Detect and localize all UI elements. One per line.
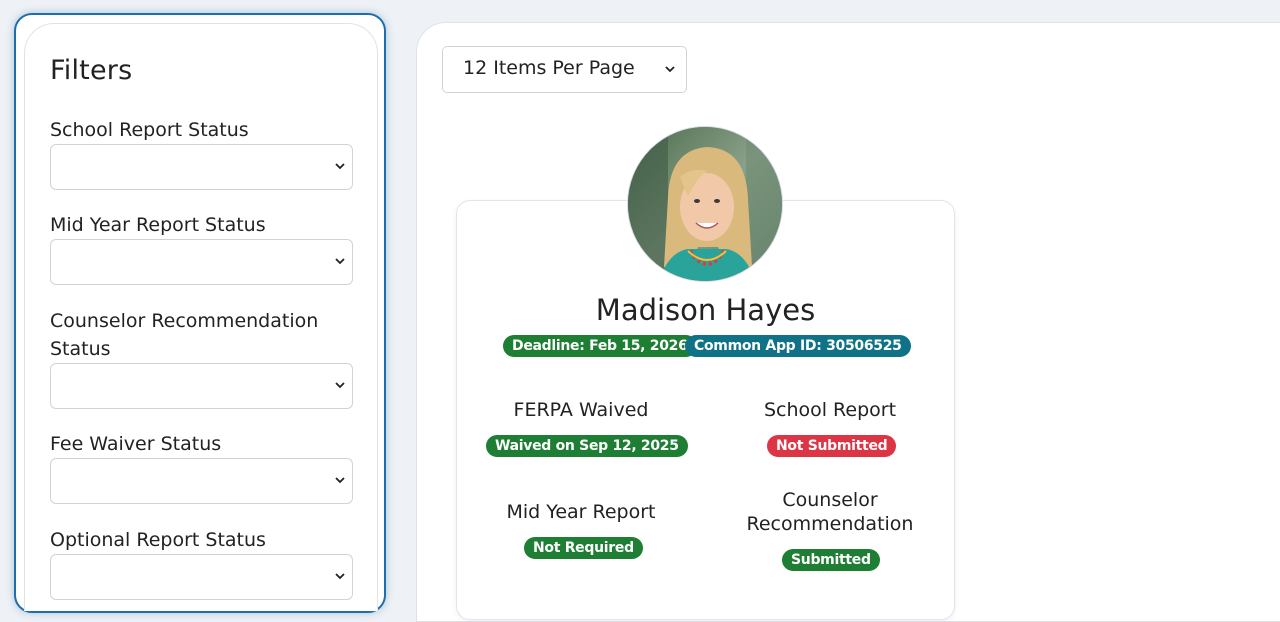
filters-card: Filters School Report Status Mid Year Re… [24,23,378,611]
chevron-down-icon [335,258,345,265]
mid-year-report-status-badge: Not Required [524,537,643,559]
student-name[interactable]: Madison Hayes [456,293,955,327]
items-per-page-value: 12 Items Per Page [463,57,635,79]
filter-label-mid-year-report: Mid Year Report Status [50,214,266,236]
filters-title: Filters [50,55,133,86]
school-report-title: School Report [763,399,897,421]
counselor-recommendation-status-select[interactable] [50,363,353,409]
chevron-down-icon [335,382,345,389]
school-report-status-badge: Not Submitted [767,435,897,457]
filters-panel: Filters School Report Status Mid Year Re… [14,13,386,613]
filter-label-counselor-recommendation: Counselor Recommendation Status [50,310,319,360]
counselor-recommendation-title: Counselor Recommendation [746,489,914,535]
fee-waiver-status-select[interactable] [50,458,353,504]
optional-report-status-select[interactable] [50,554,353,600]
counselor-recommendation-status-badge: Submitted [782,549,880,571]
filter-label-fee-waiver: Fee Waiver Status [50,433,222,455]
deadline-badge: Deadline: Feb 15, 2026 [503,335,697,357]
chevron-down-icon [335,573,345,580]
chevron-down-icon [665,66,675,73]
avatar [627,126,783,282]
chevron-down-icon [335,163,345,170]
ferpa-status-badge: Waived on Sep 12, 2025 [486,435,688,457]
filter-label-optional-report: Optional Report Status [50,529,266,551]
mid-year-report-title: Mid Year Report [506,501,656,523]
chevron-down-icon [335,477,345,484]
mid-year-report-status-select[interactable] [50,239,353,285]
student-photo [628,127,782,281]
filter-label-school-report: School Report Status [50,119,249,141]
school-report-status-select[interactable] [50,144,353,190]
common-app-id-badge: Common App ID: 30506525 [685,335,911,357]
ferpa-title: FERPA Waived [513,399,649,421]
items-per-page-select[interactable]: 12 Items Per Page [442,46,687,93]
